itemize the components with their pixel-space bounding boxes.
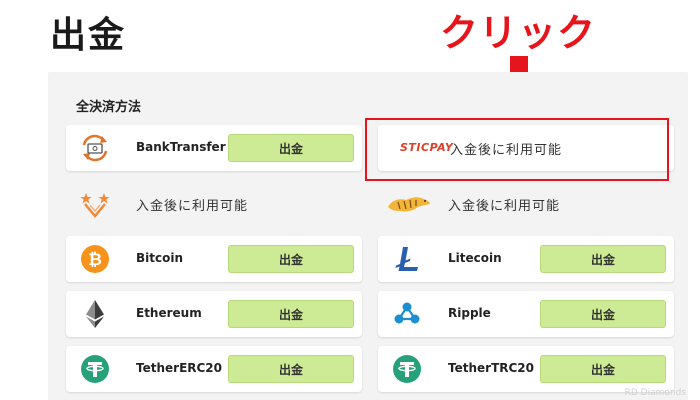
tiger-icon (388, 197, 430, 212)
method-card-unavailable-1: 入金後に利用可能 (66, 181, 362, 227)
method-card-ripple: Ripple 出金 (378, 291, 674, 337)
method-card-bitcoin: ₿ Bitcoin 出金 (66, 236, 362, 282)
method-card-tethertrc20: TetherTRC20 出金 (378, 346, 674, 392)
ripple-icon (394, 302, 420, 324)
page-title: 出金 (50, 15, 127, 56)
withdraw-button-tethererc20[interactable]: 出金 (228, 355, 354, 383)
withdraw-button-tethertrc20[interactable]: 出金 (540, 355, 666, 383)
annotation-label: クリック (440, 11, 597, 55)
method-card-banktransfer: BankTransfer 出金 (66, 125, 362, 171)
withdraw-button-bitcoin[interactable]: 出金 (228, 245, 354, 273)
bank-transfer-icon (82, 134, 108, 162)
stars-wallet-icon (80, 193, 110, 218)
withdraw-button-ripple[interactable]: 出金 (540, 300, 666, 328)
method-card-tethererc20: TetherERC20 出金 (66, 346, 362, 392)
method-name: Litecoin (448, 251, 502, 265)
availability-note: 入金後に利用可能 (136, 199, 249, 214)
ethereum-icon (86, 300, 104, 328)
method-card-unavailable-2: 入金後に利用可能 (378, 181, 674, 227)
method-name: Ripple (448, 306, 491, 320)
svg-text:₿: ₿ (88, 250, 102, 270)
method-card-ethereum: Ethereum 出金 (66, 291, 362, 337)
withdraw-button-banktransfer[interactable]: 出金 (228, 134, 354, 162)
section-title: 全決済方法 (76, 100, 142, 115)
bitcoin-icon: ₿ (81, 245, 109, 273)
watermark: RD Diamonds (624, 388, 686, 398)
tether-icon (81, 355, 109, 383)
highlight-box (365, 118, 669, 181)
method-card-litecoin: Litecoin 出金 (378, 236, 674, 282)
method-name: BankTransfer (136, 140, 226, 154)
withdraw-button-litecoin[interactable]: 出金 (540, 245, 666, 273)
availability-note: 入金後に利用可能 (448, 199, 561, 214)
method-name: Ethereum (136, 306, 202, 320)
method-name: TetherERC20 (136, 361, 223, 375)
tether-icon (393, 355, 421, 383)
method-name: Bitcoin (136, 251, 184, 265)
method-name: TetherTRC20 (448, 361, 534, 375)
withdraw-button-ethereum[interactable]: 出金 (228, 300, 354, 328)
litecoin-icon (395, 247, 418, 271)
